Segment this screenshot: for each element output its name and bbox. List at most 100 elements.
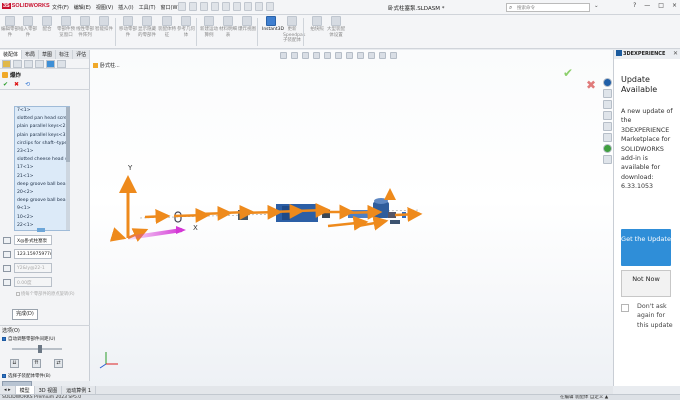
bottom-tab-1[interactable]: 3D 视图 [35,386,63,394]
menu-insert[interactable]: 插入(I) [118,4,133,11]
dont-ask-checkbox[interactable] [621,304,629,312]
cmd-button-11[interactable]: 材料明细表 [219,16,237,38]
tab-1[interactable]: 布局 [22,50,40,59]
search-input[interactable]: ⌕ 搜索命令 [506,3,590,12]
spacing-direction-button[interactable]: ⇄ [54,359,63,368]
rotate-about-origin-checkbox[interactable]: 绕每个零部件的原点旋转(R) [16,292,82,297]
assembly-model-scene[interactable]: Y X [90,50,613,386]
list-item[interactable]: 20<2> [15,189,69,197]
cmd-button-7[interactable]: 显示隐藏的零部件 [138,16,156,38]
sort-by-size-button[interactable]: ⇊ [10,359,19,368]
tab-2[interactable]: 草图 [39,50,57,59]
dimxpert-icon[interactable] [35,60,44,68]
appearances-icon[interactable] [603,144,612,153]
cmd-button-9[interactable]: 参考几何体 [177,16,195,38]
list-item[interactable]: circlips for shaft--type A [15,140,69,148]
display-manager-icon[interactable] [46,60,55,68]
cmd-button-0[interactable]: 编辑零部件 [1,16,19,38]
list-item[interactable]: slotted cheese head screw [15,156,69,164]
auto-space-checkbox[interactable]: 自动调整零部件间距(U) [2,336,55,342]
spacing-slider-track[interactable] [12,348,62,350]
property-manager-icon[interactable] [13,60,22,68]
list-scrollbar-thumb[interactable] [66,107,70,162]
list-item[interactable]: 21<1> [15,173,69,181]
select-icon[interactable] [244,2,252,11]
graphics-area[interactable]: 卧式柱... ✔ ✖ Y X [90,50,613,386]
menu-view[interactable]: 视图(V) [96,4,113,11]
list-item[interactable]: 9<1> [15,205,69,213]
save-icon[interactable] [211,2,219,11]
close-icon[interactable]: ✕ [673,50,678,57]
cmd-button-4[interactable]: 线性零部件阵列 [76,16,94,38]
cancel-icon[interactable]: ✖ [14,81,19,88]
tab-3[interactable]: 标注 [56,50,74,59]
rotation-angle-field[interactable]: 0.00度 [14,277,52,287]
cmd-button-2[interactable]: 配合 [38,16,56,33]
home-icon[interactable] [178,2,186,11]
select-subassembly-parts-checkbox[interactable]: 选择子装配体零件(B) [2,373,51,379]
design-library-icon[interactable] [603,111,612,120]
direction-field[interactable]: X@卧式柱塞泵 [14,235,52,245]
cmd-button-1[interactable]: 插入零部件 [19,16,37,38]
maximize-button[interactable]: □ [658,2,664,9]
cmd-button-12[interactable]: 爆炸视图 [238,16,256,33]
view-palette-icon[interactable] [603,133,612,142]
options-header[interactable]: 选项(O) [2,327,20,334]
get-update-button[interactable]: Get the Update [621,229,671,266]
list-item[interactable]: plain parallel keys<2> [15,123,69,131]
list-resize-grip[interactable] [37,228,45,232]
spacing-slider-handle[interactable] [38,345,42,353]
cmd-button-15[interactable]: 拍快照 [308,16,326,33]
close-button[interactable]: × [672,2,677,9]
search-options-icon[interactable]: ⌄ [594,3,599,9]
not-now-button[interactable]: Not Now [621,270,671,297]
undo-icon[interactable] [233,2,241,11]
cmd-button-8[interactable]: 装配体特征 [158,16,176,38]
list-item[interactable]: slotted pan head screw_gb [15,115,69,123]
list-item[interactable]: deep groove ball bearings [15,197,69,205]
rotation-axis-field[interactable]: Y2&ly@22-1 [14,263,52,273]
file-explorer-icon[interactable] [603,122,612,131]
distance-field[interactable]: 123.15975977mm [14,249,52,259]
tab-4[interactable]: 评估 [73,50,91,59]
explode-step-component-list[interactable]: 7<1>slotted pan head screw_gbplain paral… [14,106,70,231]
menu-window[interactable]: 窗口(W) [161,4,180,11]
help-button[interactable]: ? [633,2,636,9]
list-item[interactable]: 7<1> [15,107,69,115]
cmd-button-14[interactable]: 更新Speedpak子装配体 [283,16,305,44]
cmd-button-16[interactable]: 大型装配体设置 [327,16,345,38]
open-icon[interactable] [200,2,208,11]
cmd-button-6[interactable]: 移动零部件 [119,16,137,38]
resources-tab-icon[interactable] [603,100,612,109]
print-icon[interactable] [222,2,230,11]
custom-properties-icon[interactable] [603,155,612,164]
cmd-button-13[interactable]: Instant3D [262,16,284,33]
minimize-button[interactable]: — [644,2,650,9]
bottom-tab-0[interactable]: 模型 [15,386,35,394]
menu-file[interactable]: 文件(F) [52,4,69,11]
rebuild-icon[interactable] [255,2,263,11]
options-icon[interactable] [266,2,274,11]
tab-0[interactable]: 装配体 [0,50,23,59]
reverse-order-button[interactable]: ⇈ [32,359,41,368]
list-item[interactable]: 23<1> [15,148,69,156]
menu-edit[interactable]: 编辑(E) [74,4,91,11]
home-tab-icon[interactable] [603,89,612,98]
cmd-button-5[interactable]: 智能扣件 [95,16,113,33]
new-document-icon[interactable] [189,2,197,11]
list-item[interactable]: 10<2> [15,214,69,222]
list-item[interactable]: deep groove ball bearings [15,181,69,189]
3dexperience-tab-icon[interactable] [603,78,612,87]
ok-icon[interactable]: ✔ [3,81,8,88]
configuration-manager-icon[interactable] [24,60,33,68]
tab-scroll-arrows[interactable]: ◂ ▸ [0,386,16,394]
feature-tree-icon[interactable] [2,60,11,68]
finish-button[interactable]: 完成(D) [12,309,38,320]
cmd-button-10[interactable]: 新建运动算例 [200,16,218,38]
cmd-button-3[interactable]: 零部件预览窗口 [57,16,75,38]
bottom-tab-2[interactable]: 运动算例 1 [62,386,97,394]
expand-arrow-icon[interactable] [57,60,66,68]
list-item[interactable]: 17<1> [15,164,69,172]
pushpin-icon[interactable]: ⟲ [25,81,30,88]
menu-tools[interactable]: 工具(T) [139,4,156,11]
